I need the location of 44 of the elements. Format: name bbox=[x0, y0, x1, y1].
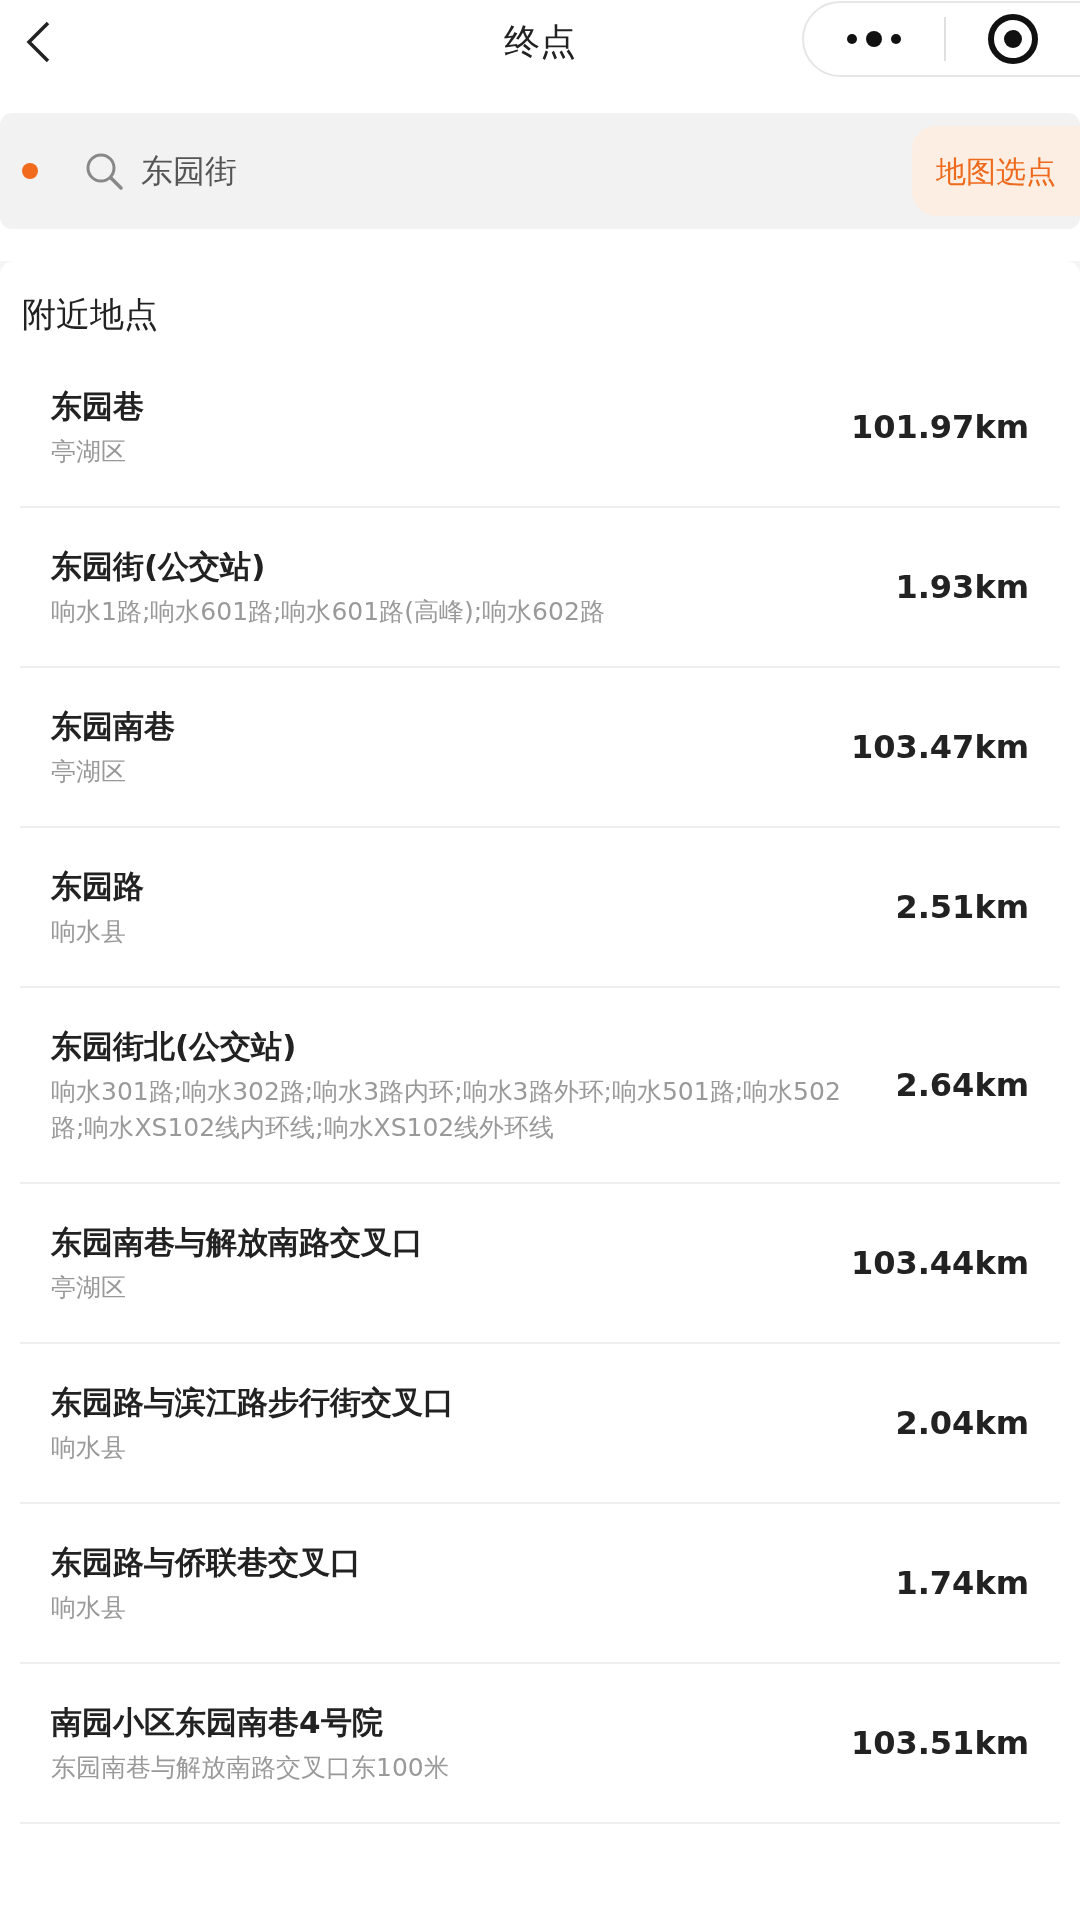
place-detail: 响水县 bbox=[51, 916, 127, 948]
place-name: 东园路 bbox=[51, 867, 145, 906]
place-name: 东园路与侨联巷交叉口 bbox=[51, 1543, 362, 1582]
place-name: 东园南巷 bbox=[51, 707, 176, 746]
page-title: 终点 bbox=[504, 20, 576, 64]
place-distance: 1.93km bbox=[895, 567, 1029, 608]
search-icon bbox=[84, 151, 124, 191]
place-detail: 亭湖区 bbox=[51, 436, 127, 468]
search-value: 东园街 bbox=[141, 151, 238, 192]
place-name: 东园街(公交站) bbox=[51, 547, 267, 586]
place-distance: 101.97km bbox=[850, 407, 1029, 448]
section-heading: 附近地点 bbox=[22, 293, 159, 336]
place-detail: 亭湖区 bbox=[51, 756, 127, 788]
place-name: 东园南巷与解放南路交叉口 bbox=[51, 1223, 424, 1262]
place-distance: 1.74km bbox=[895, 1563, 1029, 1604]
place-item[interactable]: 东园南巷与解放南路交叉口 亭湖区 103.44km bbox=[20, 1184, 1060, 1344]
place-distance: 2.64km bbox=[895, 1065, 1029, 1106]
place-item[interactable]: 东园路 响水县 2.51km bbox=[20, 828, 1060, 988]
back-icon bbox=[25, 20, 51, 64]
place-name: 东园路与滨江路步行街交叉口 bbox=[51, 1383, 455, 1422]
place-distance: 103.44km bbox=[850, 1243, 1029, 1284]
target-icon bbox=[987, 13, 1039, 65]
place-distance: 103.51km bbox=[850, 1723, 1029, 1764]
place-distance: 103.47km bbox=[850, 727, 1029, 768]
place-detail: 亭湖区 bbox=[51, 1272, 127, 1304]
place-item[interactable]: 东园巷 亭湖区 101.97km bbox=[20, 348, 1060, 508]
place-name: 东园巷 bbox=[51, 387, 145, 426]
place-item[interactable]: 东园街(公交站) 响水1路;响水601路;响水601路(高峰);响水602路 1.93km bbox=[20, 508, 1060, 668]
search-bar[interactable]: 东园街 地图选点 bbox=[0, 113, 1080, 229]
place-item[interactable]: 东园路与滨江路步行街交叉口 响水县 2.04km bbox=[20, 1344, 1060, 1504]
place-name: 南园小区东园南巷4号院 bbox=[51, 1703, 384, 1742]
place-detail: 东园南巷与解放南路交叉口东100米 bbox=[51, 1752, 450, 1784]
place-item[interactable]: 东园街北(公交站) 响水301路;响水302路;响水3路内环;响水3路外环;响水501路;响水502路;响水XS102线内环线;响水XS102线外环线 2.64km bbox=[20, 988, 1060, 1184]
place-item[interactable]: 东园路与侨联巷交叉口 响水县 1.74km bbox=[20, 1504, 1060, 1664]
place-detail: 响水县 bbox=[51, 1432, 127, 1464]
place-detail: 响水县 bbox=[51, 1592, 127, 1624]
place-detail: 响水301路;响水302路;响水3路内环;响水3路外环;响水501路;响水502路;响水XS102线内环线;响水XS102线外环线 bbox=[51, 1076, 841, 1144]
place-name: 东园街北(公交站) bbox=[51, 1027, 298, 1066]
place-item[interactable]: 南园小区东园南巷4号院 东园南巷与解放南路交叉口东100米 103.51km bbox=[20, 1664, 1060, 1824]
place-item[interactable]: 东园南巷 亭湖区 103.47km bbox=[20, 668, 1060, 828]
place-distance: 2.04km bbox=[895, 1403, 1029, 1444]
place-distance: 2.51km bbox=[895, 887, 1029, 928]
place-detail: 响水1路;响水601路;响水601路(高峰);响水602路 bbox=[51, 596, 606, 628]
more-icon bbox=[844, 31, 904, 47]
